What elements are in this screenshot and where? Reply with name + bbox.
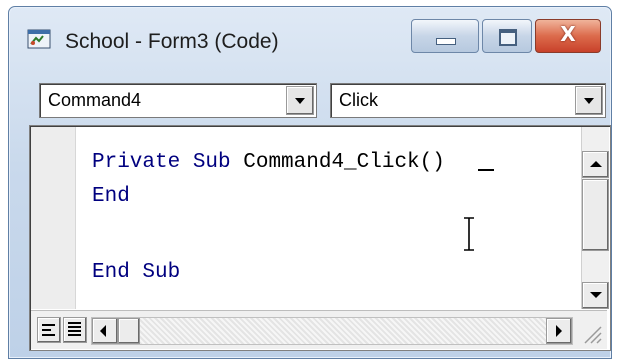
object-combo-dropdown-button[interactable] xyxy=(286,86,314,115)
margin-indicator-bar[interactable] xyxy=(31,127,76,309)
close-button[interactable]: X xyxy=(535,19,601,53)
maximize-button[interactable] xyxy=(482,19,532,53)
code-line: Private Sub Command4_Click() xyxy=(92,151,445,174)
full-module-view-button[interactable] xyxy=(63,317,87,343)
code-editor-frame: Private Sub Command4_Click() End End Sub xyxy=(29,125,611,351)
arrow-right-icon xyxy=(556,325,562,337)
window-title: School - Form3 (Code) xyxy=(65,30,279,53)
minimize-button[interactable] xyxy=(411,19,479,53)
chevron-down-icon xyxy=(584,98,594,104)
scroll-left-button[interactable] xyxy=(92,318,118,344)
procedure-combo[interactable]: Click xyxy=(330,83,606,118)
procedure-combo-dropdown-button[interactable] xyxy=(575,86,603,115)
ibeam-cursor-icon xyxy=(464,217,474,251)
horizontal-scroll-thumb[interactable] xyxy=(118,318,140,344)
editor-bottom-bar xyxy=(31,310,607,349)
scroll-down-button[interactable] xyxy=(582,282,609,309)
scroll-right-button[interactable] xyxy=(546,318,572,344)
code-line: End xyxy=(92,185,130,208)
resize-grip-icon[interactable] xyxy=(579,321,603,345)
arrow-left-icon xyxy=(100,325,106,337)
chevron-down-icon xyxy=(295,98,305,104)
object-combo[interactable]: Command4 xyxy=(39,83,317,118)
title-bar[interactable]: School - Form3 (Code) X xyxy=(9,7,611,77)
code-window-icon xyxy=(27,29,51,49)
keyword-text: Private Sub xyxy=(92,151,244,174)
maximize-icon xyxy=(499,29,517,46)
vertical-scroll-thumb[interactable] xyxy=(582,179,609,251)
procedure-view-button[interactable] xyxy=(37,317,61,343)
object-combo-value: Command4 xyxy=(48,90,142,110)
text-caret xyxy=(478,169,494,171)
procedure-name: Command4_Click() xyxy=(243,151,445,174)
procedure-combo-value: Click xyxy=(339,90,378,110)
close-icon: X xyxy=(560,22,576,46)
code-window: School - Form3 (Code) X Command4 Click P… xyxy=(8,6,612,359)
scroll-up-button[interactable] xyxy=(582,151,609,178)
code-line: End Sub xyxy=(92,261,181,284)
vertical-scrollbar[interactable] xyxy=(581,127,609,309)
arrow-up-icon xyxy=(590,161,602,167)
horizontal-scrollbar[interactable] xyxy=(91,317,573,345)
code-editor[interactable]: Private Sub Command4_Click() End End Sub xyxy=(76,127,582,309)
arrow-down-icon xyxy=(590,292,602,298)
minimize-icon xyxy=(436,38,456,45)
